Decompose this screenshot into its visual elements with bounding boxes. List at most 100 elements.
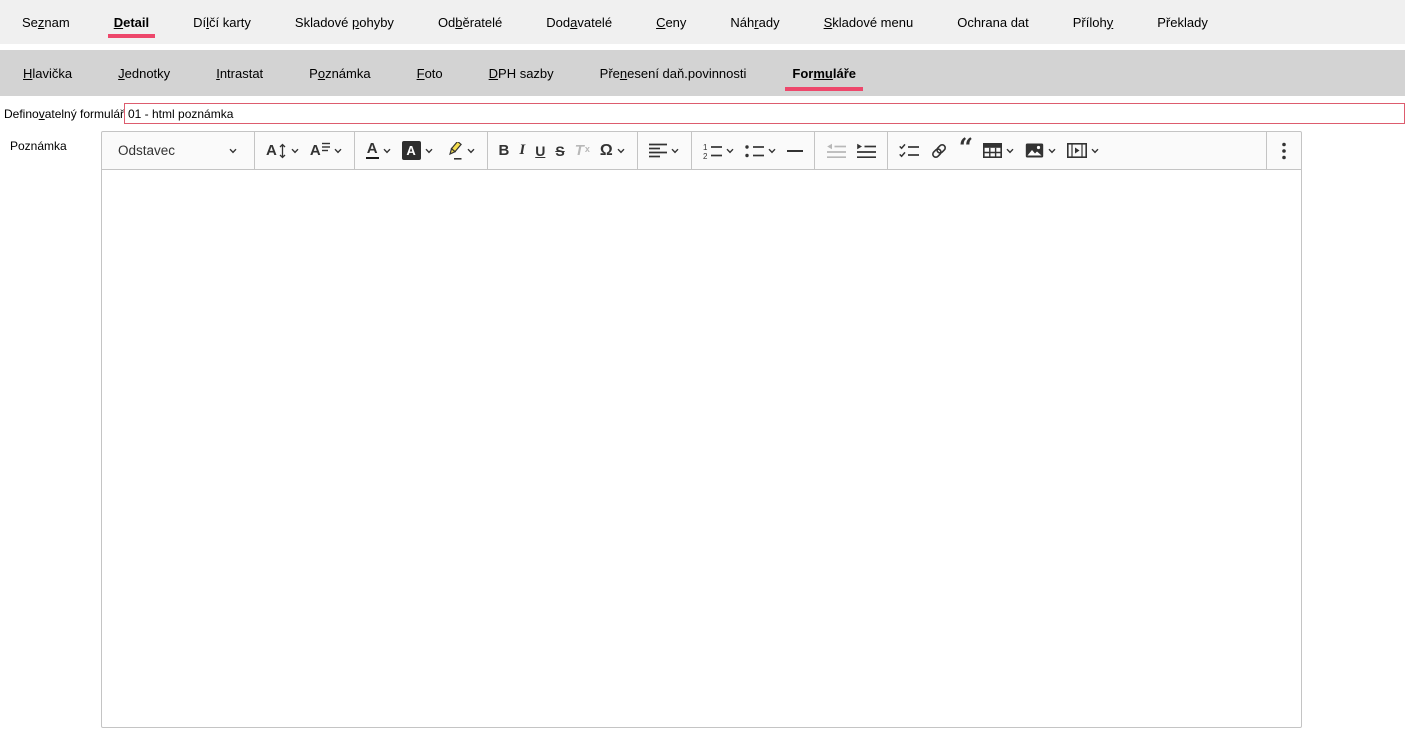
chevron-down-icon xyxy=(1005,146,1015,156)
definable-form-label: Definovatelný formulář: xyxy=(0,103,124,124)
tab-label: Překlady xyxy=(1157,15,1208,30)
tab-poznamka[interactable]: Poznámka xyxy=(286,66,393,81)
tab-dilci-karty[interactable]: Dílčí karty xyxy=(171,15,273,30)
numbered-list-icon: 12 xyxy=(703,143,722,159)
paragraph-dropdown-label: Odstavec xyxy=(118,143,175,158)
bold-icon: B xyxy=(499,142,510,159)
chevron-down-icon xyxy=(767,146,777,156)
strikethrough-button[interactable]: S xyxy=(550,135,569,167)
tab-label: Foto xyxy=(417,66,443,81)
remove-format-button[interactable]: Tx xyxy=(570,135,595,167)
todo-list-icon xyxy=(899,143,919,159)
link-button[interactable] xyxy=(924,135,954,167)
font-color-icon: A xyxy=(366,142,379,159)
horizontal-line-icon xyxy=(787,148,803,154)
tab-nahrady[interactable]: Náhrady xyxy=(708,15,801,30)
toolbar-separator xyxy=(887,132,888,169)
block-quote-button[interactable]: “ xyxy=(954,135,978,167)
definable-form-input[interactable] xyxy=(124,103,1405,124)
italic-button[interactable]: I xyxy=(514,135,530,167)
insert-table-button[interactable] xyxy=(978,135,1020,167)
horizontal-line-button[interactable] xyxy=(782,135,808,167)
paragraph-dropdown[interactable]: Odstavec xyxy=(108,135,248,167)
more-options-icon xyxy=(1282,142,1286,160)
tab-formulare[interactable]: Formuláře xyxy=(769,66,879,81)
table-icon xyxy=(983,142,1002,159)
note-editor-row: Poznámka Odstavec A A xyxy=(0,131,1405,728)
font-background-color-icon: A xyxy=(402,141,421,160)
text-alignment-button[interactable] xyxy=(644,135,685,167)
accel-letter: D xyxy=(489,66,498,81)
outdent-button[interactable] xyxy=(821,135,851,167)
detail-tab-bar: Hlavička Jednotky Intrastat Poznámka Fot… xyxy=(0,50,1405,96)
tab-foto[interactable]: Foto xyxy=(394,66,466,81)
toolbar-separator xyxy=(487,132,488,169)
strikethrough-icon: S xyxy=(555,143,564,159)
underline-button[interactable]: U xyxy=(530,135,550,167)
definable-form-row: Definovatelný formulář: xyxy=(0,103,1405,124)
chevron-down-icon xyxy=(1090,146,1100,156)
accel-letter: F xyxy=(417,66,425,81)
image-icon xyxy=(1025,142,1044,159)
tab-seznam[interactable]: Seznam xyxy=(0,15,92,30)
tab-dodavatele[interactable]: Dodavatelé xyxy=(524,15,634,30)
chevron-down-icon xyxy=(333,146,343,156)
chevron-down-icon xyxy=(382,146,392,156)
tab-label: Dodavatelé xyxy=(546,15,612,30)
tab-label: Poznámka xyxy=(309,66,370,81)
font-family-button[interactable]: A xyxy=(305,135,348,167)
media-embed-button[interactable] xyxy=(1062,135,1105,167)
toolbar-separator xyxy=(354,132,355,169)
tab-preneseni-dan-povinnosti[interactable]: Přenesení daň.povinnosti xyxy=(577,66,770,81)
chevron-down-icon xyxy=(228,146,238,156)
note-label: Poznámka xyxy=(0,131,101,153)
more-options-button[interactable] xyxy=(1273,135,1295,167)
highlight-button[interactable] xyxy=(439,135,481,167)
tab-detail[interactable]: Detail xyxy=(92,15,171,30)
special-characters-button[interactable]: Ω xyxy=(595,135,631,167)
accel-letter: D xyxy=(114,15,123,30)
accel-letter: S xyxy=(824,15,833,30)
tab-preklady[interactable]: Překlady xyxy=(1135,15,1230,30)
toolbar-separator xyxy=(1266,132,1267,169)
accel-letter: H xyxy=(23,66,32,81)
tab-label: Odběratelé xyxy=(438,15,502,30)
accel-letter: b xyxy=(455,15,462,30)
font-background-color-button[interactable]: A xyxy=(397,135,439,167)
bulleted-list-button[interactable] xyxy=(740,135,782,167)
indent-button[interactable] xyxy=(851,135,881,167)
tab-skladove-pohyby[interactable]: Skladové pohyby xyxy=(273,15,416,30)
highlight-pen-icon xyxy=(444,142,463,160)
tab-odberatele[interactable]: Odběratelé xyxy=(416,15,524,30)
font-size-icon: A xyxy=(266,142,287,159)
tab-intrastat[interactable]: Intrastat xyxy=(193,66,286,81)
font-size-button[interactable]: A xyxy=(261,135,305,167)
chevron-down-icon xyxy=(1047,146,1057,156)
accel-letter: y xyxy=(1107,15,1114,30)
tab-label: Skladové pohyby xyxy=(295,15,394,30)
tab-skladove-menu[interactable]: Skladové menu xyxy=(802,15,936,30)
tab-jednotky[interactable]: Jednotky xyxy=(95,66,193,81)
accel-letter: mu xyxy=(813,66,833,81)
bulleted-list-icon xyxy=(745,143,764,159)
tab-ceny[interactable]: Ceny xyxy=(634,15,708,30)
numbered-list-button[interactable]: 12 xyxy=(698,135,740,167)
remove-format-icon: Tx xyxy=(575,142,590,159)
insert-image-button[interactable] xyxy=(1020,135,1062,167)
editor-content[interactable] xyxy=(102,170,1301,727)
font-color-button[interactable]: A xyxy=(361,135,397,167)
chevron-down-icon xyxy=(616,146,626,156)
chevron-down-icon xyxy=(466,146,476,156)
todo-list-button[interactable] xyxy=(894,135,924,167)
chevron-down-icon xyxy=(290,146,300,156)
bold-button[interactable]: B xyxy=(494,135,515,167)
italic-icon: I xyxy=(519,142,525,159)
tab-hlavicka[interactable]: Hlavička xyxy=(0,66,95,81)
tab-prilohy[interactable]: Přílohy xyxy=(1051,15,1135,30)
main-tab-bar: Seznam Detail Dílčí karty Skladové pohyb… xyxy=(0,0,1405,44)
tab-ochrana-dat[interactable]: Ochrana dat xyxy=(935,15,1051,30)
toolbar-separator xyxy=(814,132,815,169)
svg-text:2: 2 xyxy=(703,152,708,159)
tab-label: Přílohy xyxy=(1073,15,1113,30)
tab-dph-sazby[interactable]: DPH sazby xyxy=(466,66,577,81)
